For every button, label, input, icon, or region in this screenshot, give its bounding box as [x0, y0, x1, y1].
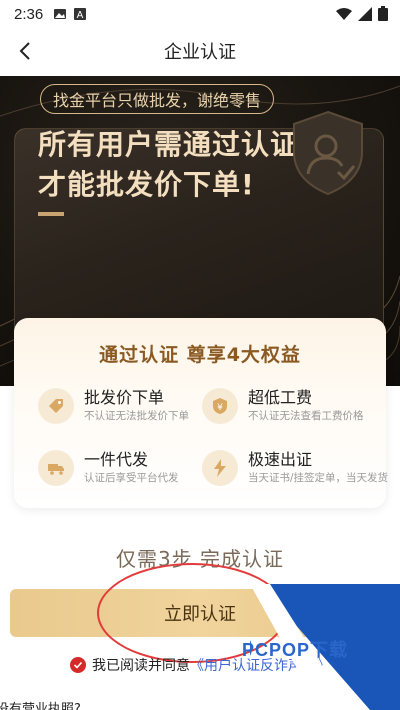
checked-checkbox[interactable]	[70, 657, 86, 673]
benefit-title: 极速出证	[248, 450, 313, 469]
truck-icon	[38, 450, 74, 486]
signal-icon	[358, 6, 372, 25]
hero-title: 所有用户需通过认证后 才能批发价下单!	[38, 125, 328, 205]
lightning-icon	[202, 450, 238, 486]
font-icon: A	[73, 7, 87, 21]
svg-text:¥: ¥	[217, 403, 223, 413]
benefit-desc: 不认证无法批发价下单	[84, 410, 189, 422]
benefit-desc: 认证后享受平台代发	[84, 472, 179, 484]
benefits-title: 通过认证 尊享4大权益	[99, 344, 301, 366]
hero-title-line2: 才能批发价下单!	[38, 168, 255, 201]
watermark-text: PCPOP下载	[242, 640, 349, 660]
benefit-fast-cert: 极速出证 当天证书/挂签定单，当天发货	[202, 446, 388, 496]
hero-title-line1: 所有用户需通过认证后	[38, 128, 329, 161]
slogan-badge: 找金平台只做批发，谢绝零售	[40, 84, 275, 114]
back-button[interactable]	[10, 36, 40, 66]
hero-accent-bar	[38, 212, 64, 216]
steps-text: 仅需3步 完成认证	[115, 547, 285, 571]
benefit-desc: 不认证无法查看工费价格	[248, 410, 364, 422]
status-right	[336, 6, 388, 25]
benefit-wholesale: 批发价下单 不认证无法批发价下单	[38, 384, 213, 434]
tag-icon	[38, 388, 74, 424]
benefit-title: 一件代发	[84, 450, 149, 469]
benefit-dropship: 一件代发 认证后享受平台代发	[38, 446, 213, 496]
yen-shield-icon: ¥	[202, 388, 238, 424]
benefit-desc: 当天证书/挂签定单，当天发货	[248, 472, 389, 484]
status-bar: 2:36 A	[0, 0, 400, 28]
status-time: 2:36	[14, 5, 44, 23]
svg-text:A: A	[77, 10, 84, 21]
no-license-question[interactable]: 没有营业执照?	[0, 698, 81, 710]
benefit-low-fee: ¥ 超低工费 不认证无法查看工费价格	[202, 384, 377, 434]
nav-bar: 企业认证	[0, 28, 400, 74]
chevron-left-icon	[19, 42, 30, 60]
battery-icon	[378, 6, 388, 25]
verify-now-button[interactable]: 立即认证	[10, 589, 390, 637]
benefit-title: 超低工费	[248, 388, 313, 407]
page-title: 企业认证	[164, 42, 236, 63]
shield-user-icon	[293, 110, 363, 196]
agreement-text: 我已阅读并同意	[92, 658, 190, 674]
wifi-icon	[336, 7, 352, 25]
benefits-card: 通过认证 尊享4大权益 批发价下单 不认证无法批发价下单 ¥ 超低工费 不认证无…	[14, 318, 388, 508]
gallery-icon	[53, 7, 67, 21]
benefit-title: 批发价下单	[84, 388, 165, 407]
checkmark-icon	[73, 661, 83, 669]
